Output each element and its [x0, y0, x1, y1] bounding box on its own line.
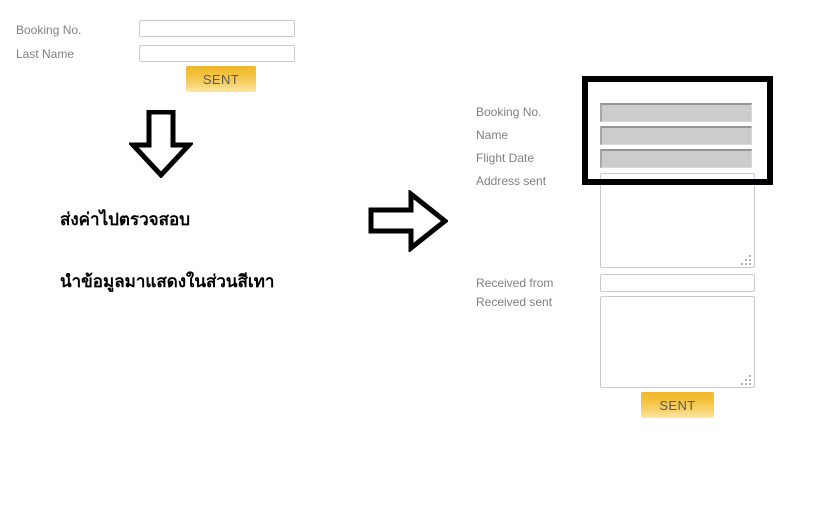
annotation-line-2: นำข้อมูลมาแสดงในส่วนสีเทา	[60, 272, 275, 292]
right-label-flight-date: Flight Date	[476, 151, 535, 165]
left-label-last-name: Last Name	[16, 47, 75, 61]
annotation-line-1: ส่งค่าไปตรวจสอบ	[60, 210, 190, 230]
right-textarea-address-sent[interactable]	[600, 173, 755, 268]
left-label-booking-no: Booking No.	[16, 23, 82, 37]
right-label-name: Name	[476, 128, 509, 142]
right-label-received-from: Received from	[476, 276, 554, 290]
right-input-name[interactable]	[600, 126, 752, 145]
left-input-last-name[interactable]	[139, 45, 295, 62]
right-input-booking-no[interactable]	[600, 103, 752, 122]
down-arrow-icon	[129, 110, 193, 178]
left-input-booking-no[interactable]	[139, 20, 295, 37]
right-input-received-from[interactable]	[600, 274, 755, 292]
right-label-received-sent: Received sent	[476, 295, 553, 309]
right-sent-button[interactable]: SENT	[641, 392, 714, 418]
right-textarea-received-sent[interactable]	[600, 296, 755, 388]
right-input-flight-date[interactable]	[600, 149, 752, 168]
page-root: Booking No. Last Name SENT ส่งค่าไปตรวจส…	[0, 0, 839, 509]
left-sent-button[interactable]: SENT	[186, 66, 256, 92]
right-arrow-icon	[368, 190, 448, 252]
right-label-booking-no: Booking No.	[476, 105, 542, 119]
right-label-address-sent: Address sent	[476, 174, 547, 188]
